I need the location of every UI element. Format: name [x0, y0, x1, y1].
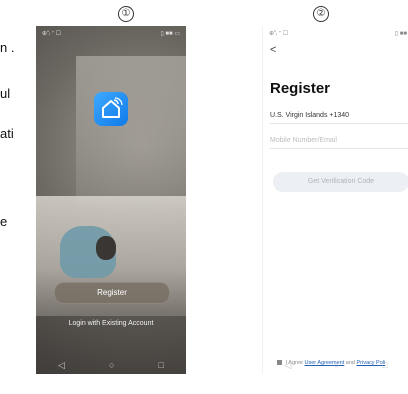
background-dog-head: [96, 236, 116, 260]
mobile-email-input[interactable]: Mobile Number/Email: [270, 137, 337, 144]
nav-home-icon[interactable]: ○: [334, 360, 339, 370]
android-nav-bar: ◁ ○ □: [263, 356, 408, 374]
login-existing-account-link[interactable]: Login with Existing Account: [36, 320, 186, 327]
status-bar: ⊕"ᵢ ᐩ ☐ ▯ ■■ ▭: [42, 30, 180, 38]
margin-text-1: n .: [0, 40, 15, 55]
margin-text-2: ul: [0, 86, 11, 101]
background-window: [76, 56, 186, 206]
nav-back-icon[interactable]: ◁: [58, 360, 65, 371]
nav-recent-icon[interactable]: □: [382, 360, 387, 370]
phone-screen-register: ⊕"ᵢ ᐩ ☐ ▯ ■■ < Register U.S. Virgin Isla…: [262, 26, 408, 374]
step-1-marker: ①: [118, 6, 134, 22]
status-icons-right: ▯ ■■: [394, 31, 407, 37]
margin-text-4: e: [0, 214, 8, 229]
divider: [270, 148, 408, 149]
phone-screen-welcome: ⊕"ᵢ ᐩ ☐ ▯ ■■ ▭ Register Login with Exist…: [36, 26, 186, 374]
step-2-marker: ②: [313, 6, 329, 22]
get-verification-code-button[interactable]: Get Verification Code: [273, 172, 408, 192]
app-logo-icon: [94, 92, 128, 126]
back-chevron-icon[interactable]: <: [270, 44, 276, 56]
android-nav-bar: ◁ ○ □: [36, 356, 186, 374]
divider: [270, 123, 408, 124]
status-icons-right: ▯ ■■ ▭: [160, 31, 180, 37]
status-icons-left: ⊕"ᵢ ᐩ ☐: [269, 31, 289, 37]
nav-home-icon[interactable]: ○: [109, 360, 114, 370]
register-button[interactable]: Register: [54, 282, 170, 304]
margin-text-3: ati: [0, 126, 14, 141]
nav-recent-icon[interactable]: □: [159, 360, 164, 370]
status-bar: ⊕"ᵢ ᐩ ☐ ▯ ■■: [269, 30, 407, 38]
country-code-selector[interactable]: U.S. Virgin Islands +1340: [270, 112, 349, 119]
nav-back-icon[interactable]: ◁: [284, 360, 291, 371]
page-title: Register: [270, 80, 331, 97]
status-icons-left: ⊕"ᵢ ᐩ ☐: [42, 31, 62, 37]
